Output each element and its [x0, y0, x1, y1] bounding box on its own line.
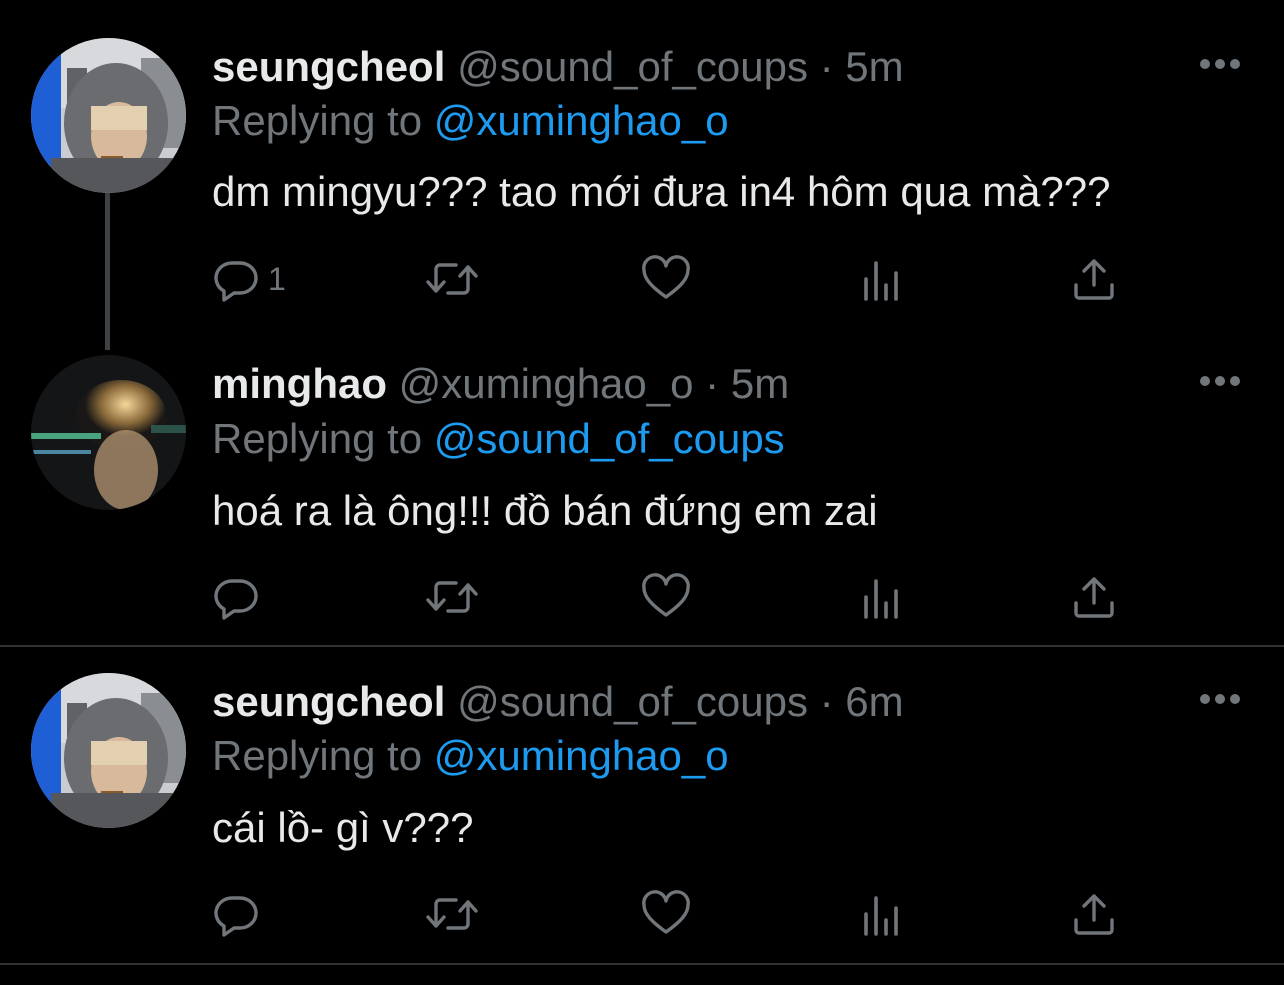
- retweet-button[interactable]: [424, 573, 480, 621]
- mention-link[interactable]: @sound_of_coups: [434, 415, 785, 462]
- reply-icon: [212, 890, 260, 938]
- tweet-text: hoá ra là ông!!! đồ bán đứng em zai: [212, 487, 878, 534]
- thread-connector-line: [105, 193, 110, 350]
- share-button[interactable]: [1070, 255, 1118, 303]
- reply-icon: [212, 573, 260, 621]
- avatar[interactable]: [31, 38, 186, 193]
- tweet-text: cái lồ- gì v???: [212, 804, 474, 851]
- reply-button[interactable]: [212, 890, 268, 938]
- retweet-icon: [424, 255, 480, 303]
- tweet-separator: [0, 645, 1284, 647]
- share-icon: [1070, 890, 1118, 938]
- retweet-button[interactable]: [424, 255, 480, 303]
- like-icon: [640, 890, 692, 938]
- tweet-header: seungcheol @sound_of_coups · 6m: [212, 677, 904, 727]
- like-button[interactable]: [640, 890, 692, 938]
- more-icon[interactable]: [1198, 57, 1242, 71]
- like-icon: [640, 255, 692, 303]
- mention-link[interactable]: @xuminghao_o: [434, 732, 729, 779]
- share-button[interactable]: [1070, 890, 1118, 938]
- replying-to-label: Replying to: [212, 97, 434, 144]
- tweet-text: dm mingyu??? tao mới đưa in4 hôm qua mà?…: [212, 168, 1111, 215]
- views-icon: [858, 890, 906, 938]
- mention-link[interactable]: @xuminghao_o: [434, 97, 729, 144]
- share-icon: [1070, 573, 1118, 621]
- more-icon[interactable]: [1198, 374, 1242, 388]
- replying-to-label: Replying to: [212, 732, 434, 779]
- share-button[interactable]: [1070, 573, 1118, 621]
- user-handle[interactable]: @sound_of_coups: [457, 678, 808, 725]
- reply-button[interactable]: [212, 573, 268, 621]
- like-button[interactable]: [640, 255, 692, 303]
- separator-dot: ·: [819, 43, 834, 90]
- like-icon: [640, 573, 692, 621]
- more-icon[interactable]: [1198, 692, 1242, 706]
- display-name[interactable]: minghao: [212, 360, 387, 407]
- tweet-header: minghao @xuminghao_o · 5m: [212, 359, 789, 409]
- views-icon: [858, 255, 906, 303]
- reply-count: 1: [268, 260, 286, 297]
- timestamp[interactable]: 6m: [845, 678, 903, 725]
- reply-icon: [212, 255, 260, 303]
- replying-to: Replying to @sound_of_coups: [212, 414, 785, 464]
- views-button[interactable]: [858, 573, 906, 621]
- timestamp[interactable]: 5m: [731, 360, 789, 407]
- user-handle[interactable]: @sound_of_coups: [457, 43, 808, 90]
- like-button[interactable]: [640, 573, 692, 621]
- tweet-separator: [0, 963, 1284, 965]
- share-icon: [1070, 255, 1118, 303]
- replying-to: Replying to @xuminghao_o: [212, 731, 729, 781]
- views-button[interactable]: [858, 255, 906, 303]
- avatar[interactable]: [31, 355, 186, 510]
- views-icon: [858, 573, 906, 621]
- timestamp[interactable]: 5m: [845, 43, 903, 90]
- reply-button[interactable]: 1: [212, 255, 286, 303]
- user-handle[interactable]: @xuminghao_o: [399, 360, 694, 407]
- replying-to-label: Replying to: [212, 415, 434, 462]
- replying-to: Replying to @xuminghao_o: [212, 96, 729, 146]
- separator-dot: ·: [705, 360, 720, 407]
- retweet-icon: [424, 890, 480, 938]
- separator-dot: ·: [819, 678, 834, 725]
- retweet-button[interactable]: [424, 890, 480, 938]
- retweet-icon: [424, 573, 480, 621]
- display-name[interactable]: seungcheol: [212, 678, 445, 725]
- tweet-header: seungcheol @sound_of_coups · 5m: [212, 42, 904, 92]
- avatar[interactable]: [31, 673, 186, 828]
- display-name[interactable]: seungcheol: [212, 43, 445, 90]
- views-button[interactable]: [858, 890, 906, 938]
